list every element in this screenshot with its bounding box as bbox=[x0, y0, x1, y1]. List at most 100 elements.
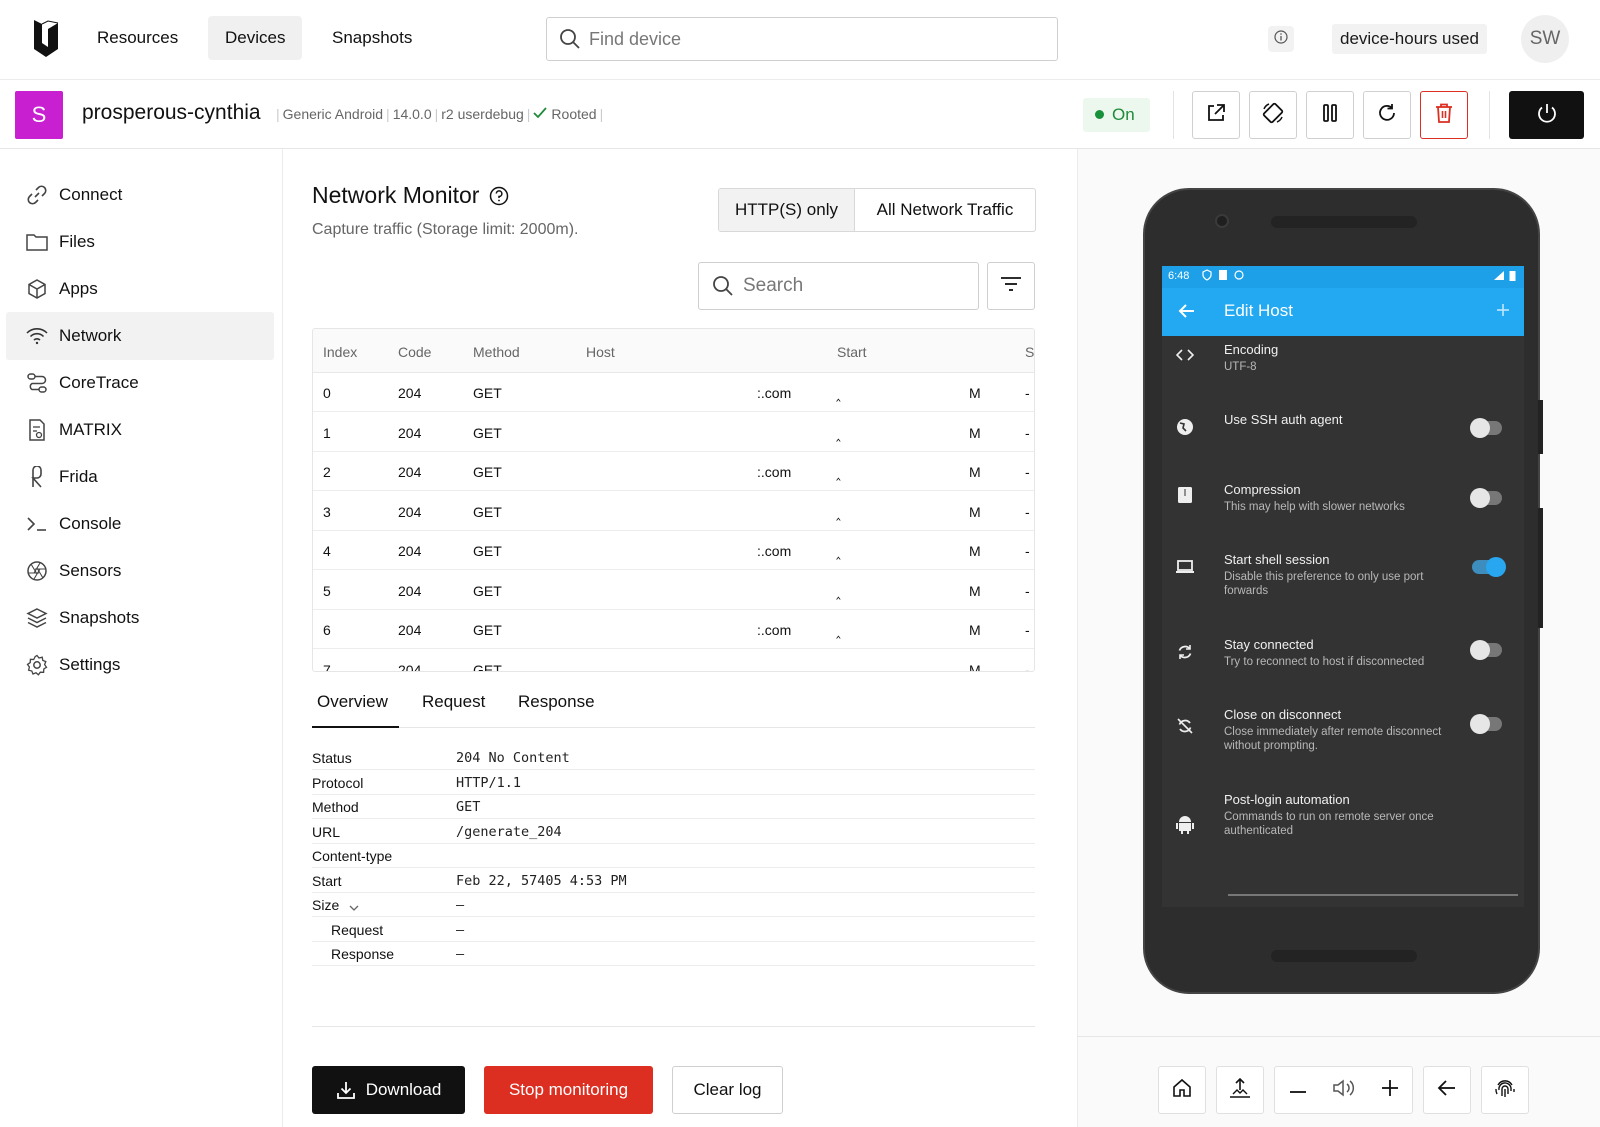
cell-code: 204 bbox=[398, 424, 422, 441]
cell-method: GET bbox=[473, 424, 502, 441]
gear-icon bbox=[25, 653, 49, 677]
start-shell-toggle[interactable] bbox=[1472, 557, 1506, 577]
table-row[interactable]: 5 204 GET ‸ M - bbox=[313, 571, 1034, 610]
nav-resources[interactable]: Resources bbox=[80, 16, 195, 60]
app-logo[interactable] bbox=[32, 17, 60, 64]
cell-code: 204 bbox=[398, 503, 422, 520]
add-icon[interactable] bbox=[1496, 303, 1510, 322]
pref-summary: This may help with slower networks bbox=[1224, 501, 1405, 513]
clear-log-button[interactable]: Clear log bbox=[672, 1066, 783, 1114]
swipe-up-button[interactable] bbox=[1216, 1066, 1264, 1114]
pref-ssh-agent[interactable]: Use SSH auth agent bbox=[1162, 406, 1524, 466]
stay-connected-toggle[interactable] bbox=[1470, 640, 1502, 660]
col-index[interactable]: Index bbox=[323, 344, 357, 360]
mode-https-only[interactable]: HTTP(S) only bbox=[719, 189, 855, 231]
pref-close-on-disconnect[interactable]: Close on disconnect Close immediately af… bbox=[1162, 701, 1524, 777]
mode-all-traffic[interactable]: All Network Traffic bbox=[855, 189, 1035, 231]
sidebar-item-apps[interactable]: Apps bbox=[6, 265, 274, 313]
sidebar-item-settings[interactable]: Settings bbox=[6, 641, 274, 689]
detail-row: Start Feb 22, 57405 4:53 PM bbox=[312, 869, 1035, 893]
power-button[interactable] bbox=[1509, 91, 1584, 139]
meta-divider: | bbox=[434, 106, 439, 122]
traffic-search-input[interactable] bbox=[743, 263, 973, 309]
folder-icon bbox=[25, 230, 49, 254]
sidebar-item-console[interactable]: Console bbox=[6, 500, 274, 548]
sidebar-item-network[interactable]: Network bbox=[6, 312, 274, 360]
pref-post-login[interactable]: Post-login automation Commands to run on… bbox=[1162, 786, 1524, 866]
table-row[interactable]: 3 204 GET ‸ M - bbox=[313, 492, 1034, 531]
table-row[interactable]: 0 204 GET:.com ‸ M - bbox=[313, 373, 1034, 412]
volume-up-button[interactable] bbox=[1367, 1067, 1413, 1113]
cell-start-time: M bbox=[969, 424, 981, 441]
sidebar-item-files[interactable]: Files bbox=[6, 218, 274, 266]
sidebar-item-frida[interactable]: Frida bbox=[6, 453, 274, 501]
table-row[interactable]: 6 204 GET:.com ‸ M - bbox=[313, 610, 1034, 649]
pref-encoding[interactable]: Encoding UTF-8 bbox=[1162, 336, 1524, 396]
help-icon[interactable] bbox=[489, 186, 509, 206]
cell-index: 5 bbox=[323, 582, 331, 599]
sidebar-item-connect[interactable]: Connect bbox=[6, 171, 274, 219]
stop-monitoring-button[interactable]: Stop monitoring bbox=[484, 1066, 653, 1114]
tab-response[interactable]: Response bbox=[518, 680, 595, 728]
phone-screen[interactable]: 6:48 Edit Host Encoding UTF-8 Use SSH au… bbox=[1162, 266, 1524, 907]
pause-icon bbox=[1321, 103, 1339, 128]
info-button[interactable] bbox=[1268, 26, 1294, 52]
col-code[interactable]: Code bbox=[398, 344, 431, 360]
toolbar-divider bbox=[1173, 91, 1174, 139]
col-host[interactable]: Host bbox=[586, 344, 615, 360]
tab-request[interactable]: Request bbox=[422, 680, 485, 728]
col-start[interactable]: Start bbox=[837, 344, 867, 360]
table-row[interactable]: 4 204 GET:.com ‸ M - bbox=[313, 531, 1034, 570]
laptop-icon bbox=[1174, 556, 1196, 578]
back-arrow-icon[interactable] bbox=[1178, 302, 1196, 325]
detail-key: Protocol bbox=[312, 774, 364, 791]
pref-stay-connected[interactable]: Stay connected Try to reconnect to host … bbox=[1162, 631, 1524, 697]
tab-overview[interactable]: Overview bbox=[312, 680, 399, 728]
globe-icon bbox=[1174, 416, 1196, 438]
back-button[interactable] bbox=[1423, 1066, 1471, 1114]
detail-row[interactable]: Size – bbox=[312, 893, 1035, 917]
device-hours-used[interactable]: device-hours used bbox=[1332, 24, 1487, 54]
nav-snapshots[interactable]: Snapshots bbox=[315, 16, 429, 60]
table-row[interactable]: 1 204 GET ‸ M - bbox=[313, 413, 1034, 452]
volume-down-button[interactable] bbox=[1275, 1067, 1321, 1113]
wifi-icon bbox=[25, 324, 49, 348]
delete-device-button[interactable] bbox=[1420, 91, 1468, 139]
col-method[interactable]: Method bbox=[473, 344, 520, 360]
pref-summary: Commands to run on remote server once au… bbox=[1224, 811, 1434, 837]
sidebar-item-sensors[interactable]: Sensors bbox=[6, 547, 274, 595]
pref-title: Stay connected bbox=[1224, 637, 1314, 652]
rotate-device-button[interactable] bbox=[1249, 91, 1297, 139]
pref-start-shell[interactable]: Start shell session Disable this prefere… bbox=[1162, 546, 1524, 622]
meta-divider: | bbox=[526, 106, 531, 122]
open-in-new-window-button[interactable] bbox=[1192, 91, 1240, 139]
cell-size: - bbox=[1025, 385, 1030, 401]
sidebar-item-coretrace[interactable]: CoreTrace bbox=[6, 359, 274, 407]
home-button[interactable] bbox=[1158, 1066, 1206, 1114]
fingerprint-button[interactable] bbox=[1481, 1066, 1529, 1114]
filter-button[interactable] bbox=[987, 262, 1035, 310]
download-button[interactable]: Download bbox=[312, 1066, 465, 1114]
cell-code: 204 bbox=[398, 543, 422, 559]
compression-toggle[interactable] bbox=[1470, 488, 1502, 508]
pause-device-button[interactable] bbox=[1306, 91, 1354, 139]
device-model: Generic Android bbox=[282, 106, 384, 122]
sidebar-item-matrix[interactable]: MATRIX bbox=[6, 406, 274, 454]
nav-devices[interactable]: Devices bbox=[208, 16, 303, 60]
chevron-down-icon[interactable] bbox=[349, 899, 359, 915]
user-avatar[interactable]: SW bbox=[1521, 15, 1569, 63]
volume-icon-cell bbox=[1321, 1067, 1367, 1113]
status-label: On bbox=[1112, 105, 1135, 124]
col-size[interactable]: Si bbox=[1025, 344, 1034, 360]
detail-value: – bbox=[456, 946, 465, 962]
table-row[interactable]: 2 204 GET:.com ‸ M - bbox=[313, 452, 1034, 491]
table-row[interactable]: 7 204 GET ‸ M - bbox=[313, 650, 1034, 672]
sidebar-item-snapshots[interactable]: Snapshots bbox=[6, 594, 274, 642]
reboot-device-button[interactable] bbox=[1363, 91, 1411, 139]
cell-size: - bbox=[1025, 543, 1030, 559]
close-on-disconnect-toggle[interactable] bbox=[1470, 714, 1502, 734]
cell-start-time: M bbox=[969, 622, 981, 638]
ssh-agent-toggle[interactable] bbox=[1470, 418, 1502, 438]
find-device-input[interactable] bbox=[589, 18, 1049, 60]
pref-compression[interactable]: Compression This may help with slower ne… bbox=[1162, 476, 1524, 542]
